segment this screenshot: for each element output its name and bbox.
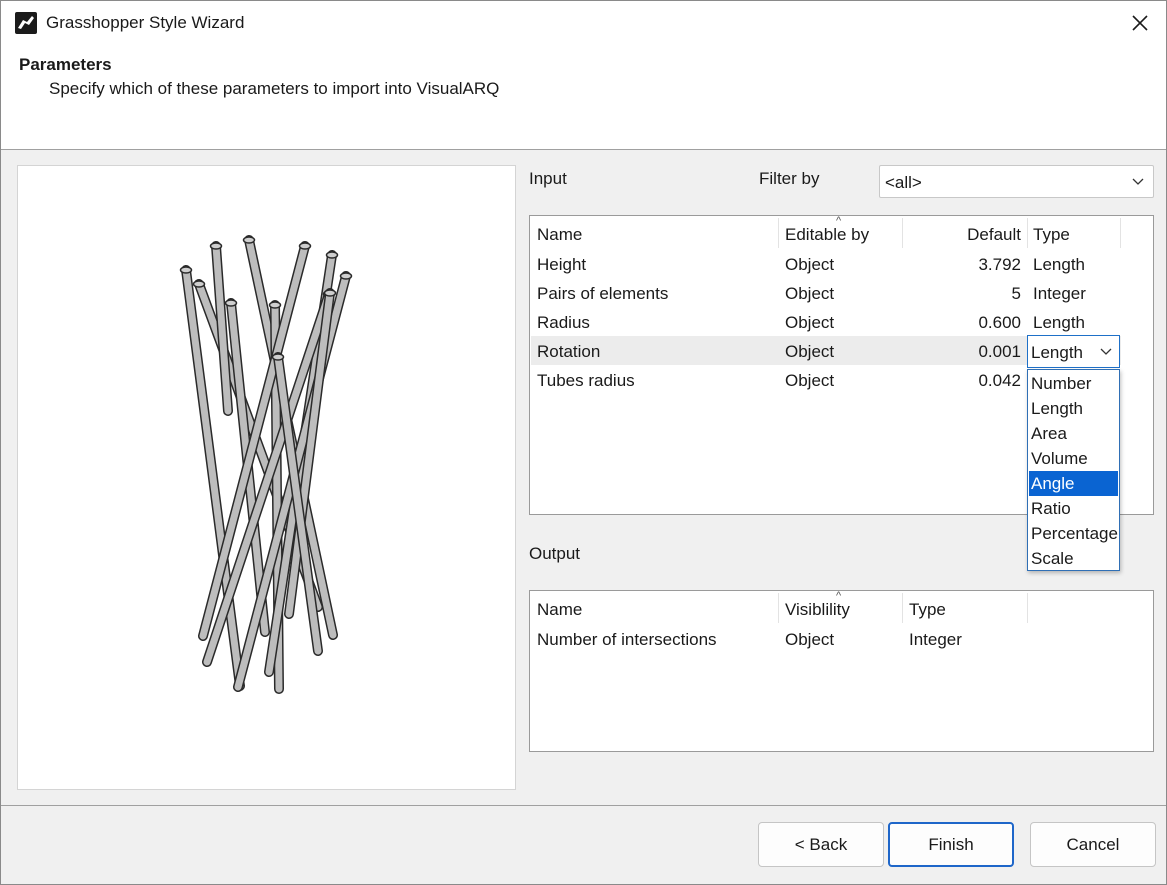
param-editable: Object (785, 255, 835, 274)
type-combobox-value: Length (1031, 343, 1083, 362)
column-divider (1027, 593, 1028, 623)
tube-cap (298, 242, 312, 250)
type-option[interactable]: Volume (1029, 446, 1118, 471)
param-name: Radius (537, 313, 590, 332)
output-name: Number of intersections (537, 630, 717, 649)
column-header-type[interactable]: Type (1033, 225, 1070, 245)
type-option[interactable]: Ratio (1029, 496, 1118, 521)
param-default: 0.001 (978, 342, 1021, 361)
footer-divider (1, 805, 1166, 806)
column-header-visibility[interactable]: Visiblility (785, 600, 850, 620)
column-header-name[interactable]: Name (537, 600, 582, 620)
param-type: Integer (1033, 284, 1086, 303)
column-header-editable[interactable]: Editable by (785, 225, 869, 245)
param-name: Pairs of elements (537, 284, 669, 303)
model-preview (17, 165, 516, 790)
type-dropdown-list[interactable]: Number Length Area Volume Angle Ratio Pe… (1027, 369, 1120, 571)
output-label: Output (529, 544, 581, 563)
param-name: Tubes radius (537, 371, 635, 390)
column-header-name[interactable]: Name (537, 225, 582, 245)
finish-button[interactable]: Finish (888, 822, 1014, 867)
wizard-header: Parameters Specify which of these parame… (1, 45, 1166, 150)
param-default: 5 (1011, 284, 1021, 303)
param-name: Height (537, 255, 587, 274)
title-bar: Grasshopper Style Wizard (1, 1, 1166, 45)
tube-cap (323, 289, 337, 297)
type-option-highlighted[interactable]: Angle (1029, 471, 1118, 496)
rhino-app-icon (15, 12, 37, 34)
tube-cap (224, 299, 238, 307)
column-divider (778, 593, 779, 623)
chevron-down-icon (1132, 178, 1144, 185)
column-header-type[interactable]: Type (909, 600, 946, 620)
param-type: Length (1033, 313, 1085, 332)
input-label: Input (529, 169, 567, 188)
tube-cap (339, 272, 353, 280)
param-default: 0.600 (978, 313, 1021, 332)
type-option[interactable]: Percentage (1029, 521, 1118, 546)
param-editable: Object (785, 313, 835, 332)
type-option[interactable]: Scale (1029, 546, 1118, 571)
param-name: Rotation (537, 342, 601, 361)
page-subtitle: Specify which of these parameters to imp… (49, 79, 500, 98)
tube-cap (325, 251, 339, 259)
param-default: 3.792 (978, 255, 1021, 274)
chevron-down-icon (1100, 348, 1112, 355)
output-type: Integer (909, 630, 962, 649)
window-title: Grasshopper Style Wizard (46, 13, 245, 32)
tube-cap (192, 280, 206, 288)
tube-cap (242, 236, 256, 244)
wizard-window: Grasshopper Style Wizard Parameters Spec… (0, 0, 1167, 885)
param-default: 0.042 (978, 371, 1021, 390)
type-option[interactable]: Number (1029, 371, 1118, 396)
type-option[interactable]: Length (1029, 396, 1118, 421)
back-button[interactable]: < Back (758, 822, 884, 867)
close-button[interactable] (1114, 1, 1166, 45)
column-divider (902, 593, 903, 623)
output-visibility: Object (785, 630, 835, 649)
tube-model-image (179, 235, 353, 694)
param-type: Length (1033, 255, 1085, 274)
column-header-default[interactable]: Default (967, 225, 1021, 245)
tube-cap (179, 266, 193, 274)
tube-cap (209, 242, 223, 250)
type-combobox[interactable]: Length (1027, 335, 1120, 368)
page-title: Parameters (19, 55, 112, 74)
close-icon (1132, 15, 1148, 31)
param-editable: Object (785, 284, 835, 303)
tube-cap (268, 301, 282, 309)
column-divider (902, 218, 903, 248)
column-divider (1027, 218, 1028, 248)
type-option[interactable]: Area (1029, 421, 1118, 446)
tube-cap (271, 353, 285, 361)
param-editable: Object (785, 342, 835, 361)
param-editable: Object (785, 371, 835, 390)
filter-value: <all> (885, 173, 922, 192)
column-divider (1120, 218, 1121, 248)
filter-select[interactable]: <all> (879, 165, 1154, 198)
output-parameters-list[interactable]: Name ^ Visiblility Type Number of inters… (529, 590, 1154, 752)
cancel-button[interactable]: Cancel (1030, 822, 1156, 867)
filter-label: Filter by (759, 169, 820, 188)
column-divider (778, 218, 779, 248)
